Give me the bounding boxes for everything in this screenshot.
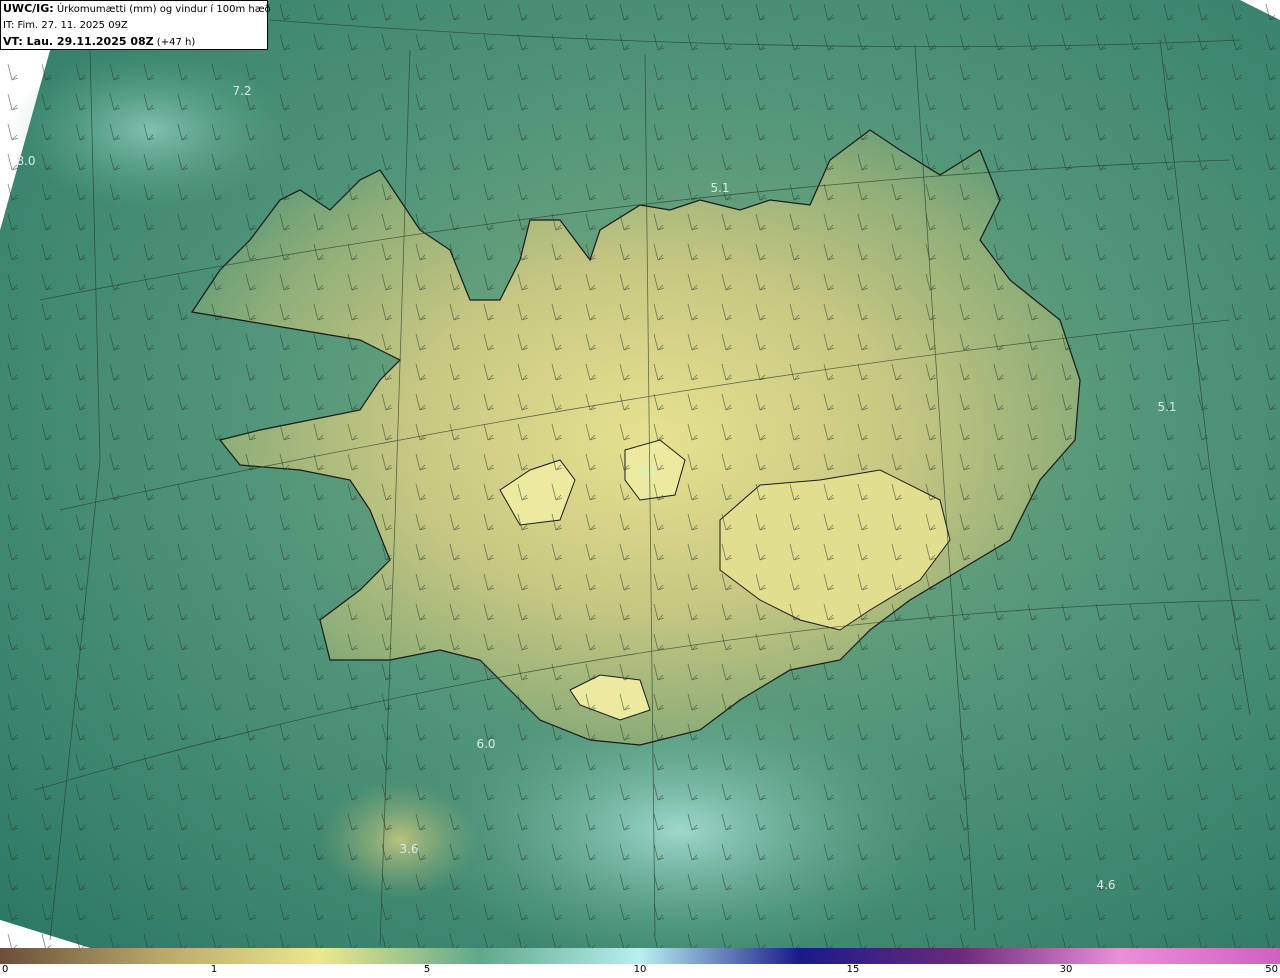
title-row: UWC/IG: Úrkomumætti (mm) og vindur í 100… xyxy=(3,1,271,18)
map-info-box: UWC/IG: Úrkomumætti (mm) og vindur í 100… xyxy=(0,0,271,51)
colorbar-tick: 0 xyxy=(2,964,9,975)
valid-time-row: VT: Lau. 29.11.2025 08Z (+47 h) xyxy=(3,34,265,51)
map-label-south-offshore: 6.0 xyxy=(476,737,496,751)
map-title: Úrkomumætti (mm) og vindur í 100m hæð xyxy=(53,4,271,15)
colorbar-tick: 15 xyxy=(846,964,860,975)
issue-time: IT: Fim. 27. 11. 2025 09Z xyxy=(3,20,128,31)
map-label-nw-offshore: 7.2 xyxy=(232,84,252,98)
colorbar-tick: 10 xyxy=(633,964,647,975)
map-label-east-offshore: 5.1 xyxy=(1157,400,1177,414)
colorbar-tick: 30 xyxy=(1059,964,1073,975)
colorbar-tick: 50 xyxy=(1265,964,1278,975)
map-label-north-coast: 5.1 xyxy=(710,181,730,195)
model-name: UWC/IG: xyxy=(3,2,54,15)
valid-time: VT: Lau. 29.11.2025 08Z xyxy=(3,35,154,48)
map-label-central-highlands: 2.2 xyxy=(638,463,658,477)
colorbar-tick: 1 xyxy=(210,964,218,975)
colorbar-tick: 5 xyxy=(423,964,431,975)
map-label-se-offshore: 4.6 xyxy=(1096,878,1116,892)
colorbar-labels: 0 1 5 10 15 30 50 xyxy=(0,964,1280,978)
forecast-hour: (+47 h) xyxy=(153,37,196,48)
map-label-far-west: 8.0 xyxy=(16,154,36,168)
map-label-sw-low: 3.6 xyxy=(399,842,419,856)
colorbar xyxy=(0,948,1280,964)
